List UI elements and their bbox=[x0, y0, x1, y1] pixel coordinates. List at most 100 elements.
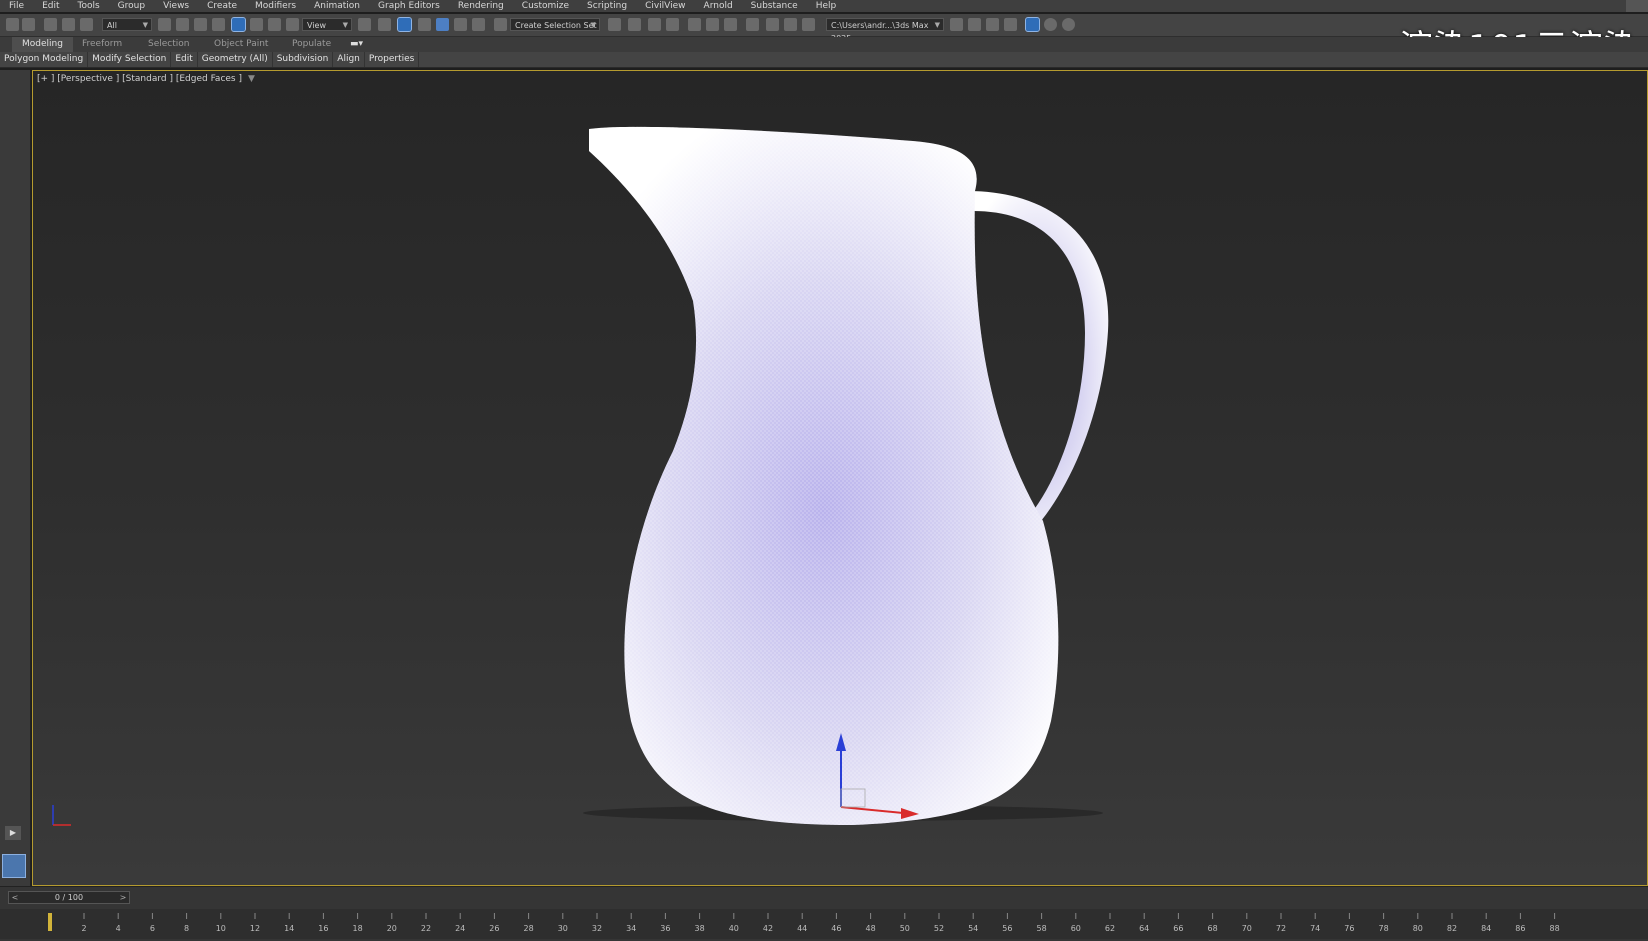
play-icon[interactable]: ▶ bbox=[5, 826, 21, 840]
render-setup-icon[interactable] bbox=[766, 18, 779, 31]
menu-item-graph-editors[interactable]: Graph Editors bbox=[369, 0, 449, 12]
panel-align[interactable]: Align bbox=[333, 52, 365, 67]
sync-icon[interactable] bbox=[1062, 18, 1075, 31]
window-crossing-icon[interactable] bbox=[212, 18, 225, 31]
mirror-icon[interactable] bbox=[608, 18, 621, 31]
panel-polygon-modeling[interactable]: Polygon Modeling bbox=[0, 52, 89, 67]
angle-snap-icon[interactable] bbox=[436, 18, 449, 31]
toggle-ribbon-icon[interactable] bbox=[688, 18, 701, 31]
select-manipulate-icon[interactable] bbox=[378, 18, 391, 31]
menu-item-rendering[interactable]: Rendering bbox=[449, 0, 513, 12]
ruler-tick-label: 42 bbox=[763, 924, 773, 933]
menu-item-arnold[interactable]: Arnold bbox=[695, 0, 742, 12]
ruler-tick-label: 74 bbox=[1310, 924, 1320, 933]
ruler-tick-label: 50 bbox=[900, 924, 910, 933]
ruler-tick-label: 70 bbox=[1242, 924, 1252, 933]
ruler-tick-label: 72 bbox=[1276, 924, 1286, 933]
ruler-tick-label: 56 bbox=[1002, 924, 1012, 933]
maximize-viewport-button[interactable] bbox=[2, 854, 26, 878]
menu-item-scripting[interactable]: Scripting bbox=[578, 0, 636, 12]
reference-coord-dropdown[interactable]: View ▼ bbox=[302, 18, 352, 31]
ruler-tick-label: 18 bbox=[353, 924, 363, 933]
ruler-tick-label: 38 bbox=[695, 924, 705, 933]
time-cursor[interactable] bbox=[48, 913, 52, 931]
unlink-icon[interactable] bbox=[62, 18, 75, 31]
menu-item-help[interactable]: Help bbox=[807, 0, 846, 12]
save-icon[interactable] bbox=[968, 18, 981, 31]
menu-item-create[interactable]: Create bbox=[198, 0, 246, 12]
export-icon[interactable] bbox=[1004, 18, 1017, 31]
prev-frame-icon[interactable]: < bbox=[10, 892, 20, 903]
curve-editor-icon[interactable] bbox=[706, 18, 719, 31]
snap-toggle-icon[interactable] bbox=[418, 18, 431, 31]
menu-item-tools[interactable]: Tools bbox=[69, 0, 109, 12]
render-production-icon[interactable] bbox=[802, 18, 815, 31]
panel-properties[interactable]: Properties bbox=[365, 52, 420, 67]
material-editor-icon[interactable] bbox=[746, 18, 759, 31]
ruler-tick-label: 52 bbox=[934, 924, 944, 933]
bind-space-warp-icon[interactable] bbox=[80, 18, 93, 31]
rect-selection-icon[interactable] bbox=[194, 18, 207, 31]
edit-named-selection-icon[interactable] bbox=[494, 18, 507, 31]
ruler-tick-label: 84 bbox=[1481, 924, 1491, 933]
ribbon-panels: Polygon Modeling Modify Selection Edit Geom… bbox=[0, 52, 1648, 68]
panel-geometry-all[interactable]: Geometry (All) bbox=[198, 52, 273, 67]
rotate-tool-icon[interactable] bbox=[250, 18, 263, 31]
placement-tool-icon[interactable] bbox=[286, 18, 299, 31]
ruler-tick-label: 16 bbox=[318, 924, 328, 933]
scale-tool-icon[interactable] bbox=[268, 18, 281, 31]
select-by-name-icon[interactable] bbox=[176, 18, 189, 31]
ribbon-tab-modeling[interactable]: Modeling bbox=[12, 37, 73, 52]
select-object-icon[interactable] bbox=[158, 18, 171, 31]
menu-item-group[interactable]: Group bbox=[109, 0, 154, 12]
ruler-tick-label: 44 bbox=[797, 924, 807, 933]
percent-snap-icon[interactable] bbox=[454, 18, 467, 31]
undo-icon[interactable] bbox=[6, 18, 19, 31]
schematic-view-icon[interactable] bbox=[724, 18, 737, 31]
time-slider[interactable]: < 0 / 100 > bbox=[8, 891, 130, 904]
import-icon[interactable] bbox=[986, 18, 999, 31]
project-folder-dropdown[interactable]: C:\Users\andr...\3ds Max 2025▼ bbox=[826, 18, 944, 43]
keyboard-shortcut-override-icon[interactable] bbox=[397, 17, 412, 32]
ribbon-tab-object-paint[interactable]: Object Paint bbox=[214, 37, 268, 52]
panel-edit[interactable]: Edit bbox=[171, 52, 198, 67]
left-side-strip: ▶ bbox=[0, 70, 31, 886]
ruler-tick-label: 78 bbox=[1379, 924, 1389, 933]
named-selection-dropdown[interactable]: Create Selection Set ▼ bbox=[510, 18, 600, 31]
timeline: < 0 / 100 > 2 4 6 8 10 12 14 16 18 20 22 24 26 28 30 32… bbox=[0, 886, 1648, 941]
link-icon[interactable] bbox=[44, 18, 57, 31]
ribbon-tab-selection[interactable]: Selection bbox=[148, 37, 189, 52]
move-tool-icon[interactable] bbox=[231, 17, 246, 32]
layer-explorer-icon[interactable] bbox=[666, 18, 679, 31]
perspective-viewport[interactable]: [+ ] [Perspective ] [Standard ] [Edged F… bbox=[32, 70, 1648, 886]
panel-subdivision[interactable]: Subdivision bbox=[273, 52, 334, 67]
scene-explorer-icon[interactable] bbox=[648, 18, 661, 31]
ruler-tick-label: 34 bbox=[626, 924, 636, 933]
rendered-frame-window-icon[interactable] bbox=[784, 18, 797, 31]
pivot-center-icon[interactable] bbox=[358, 18, 371, 31]
menu-item-animation[interactable]: Animation bbox=[305, 0, 369, 12]
pitcher-mesh[interactable] bbox=[33, 71, 1648, 886]
ribbon-options-icon[interactable]: ▬▾ bbox=[350, 37, 363, 52]
menu-item-file[interactable]: File bbox=[0, 0, 33, 12]
menu-item-customize[interactable]: Customize bbox=[513, 0, 578, 12]
panel-modify-selection[interactable]: Modify Selection bbox=[88, 52, 172, 67]
next-frame-icon[interactable]: > bbox=[118, 892, 128, 903]
menu-item-views[interactable]: Views bbox=[154, 0, 198, 12]
help-icon[interactable] bbox=[1044, 18, 1057, 31]
selection-filter-dropdown[interactable]: All ▼ bbox=[102, 18, 152, 31]
spinner-snap-icon[interactable] bbox=[472, 18, 485, 31]
menu-item-modifiers[interactable]: Modifiers bbox=[246, 0, 305, 12]
menu-item-substance[interactable]: Substance bbox=[742, 0, 807, 12]
redo-icon[interactable] bbox=[22, 18, 35, 31]
align-icon[interactable] bbox=[628, 18, 641, 31]
menu-item-edit[interactable]: Edit bbox=[33, 0, 68, 12]
viewport-layout-icon[interactable] bbox=[1025, 17, 1040, 32]
ribbon-tab-populate[interactable]: Populate bbox=[292, 37, 331, 52]
ribbon-tab-freeform[interactable]: Freeform bbox=[82, 37, 122, 52]
open-explorer-icon[interactable] bbox=[950, 18, 963, 31]
close-window-button[interactable] bbox=[1626, 0, 1648, 12]
track-bar[interactable]: 2 4 6 8 10 12 14 16 18 20 22 24 26 28 30 32 34 36 38 40 42 44… bbox=[0, 909, 1648, 939]
menu-item-civilview[interactable]: CivilView bbox=[636, 0, 694, 12]
axis-tripod-icon bbox=[52, 805, 71, 826]
